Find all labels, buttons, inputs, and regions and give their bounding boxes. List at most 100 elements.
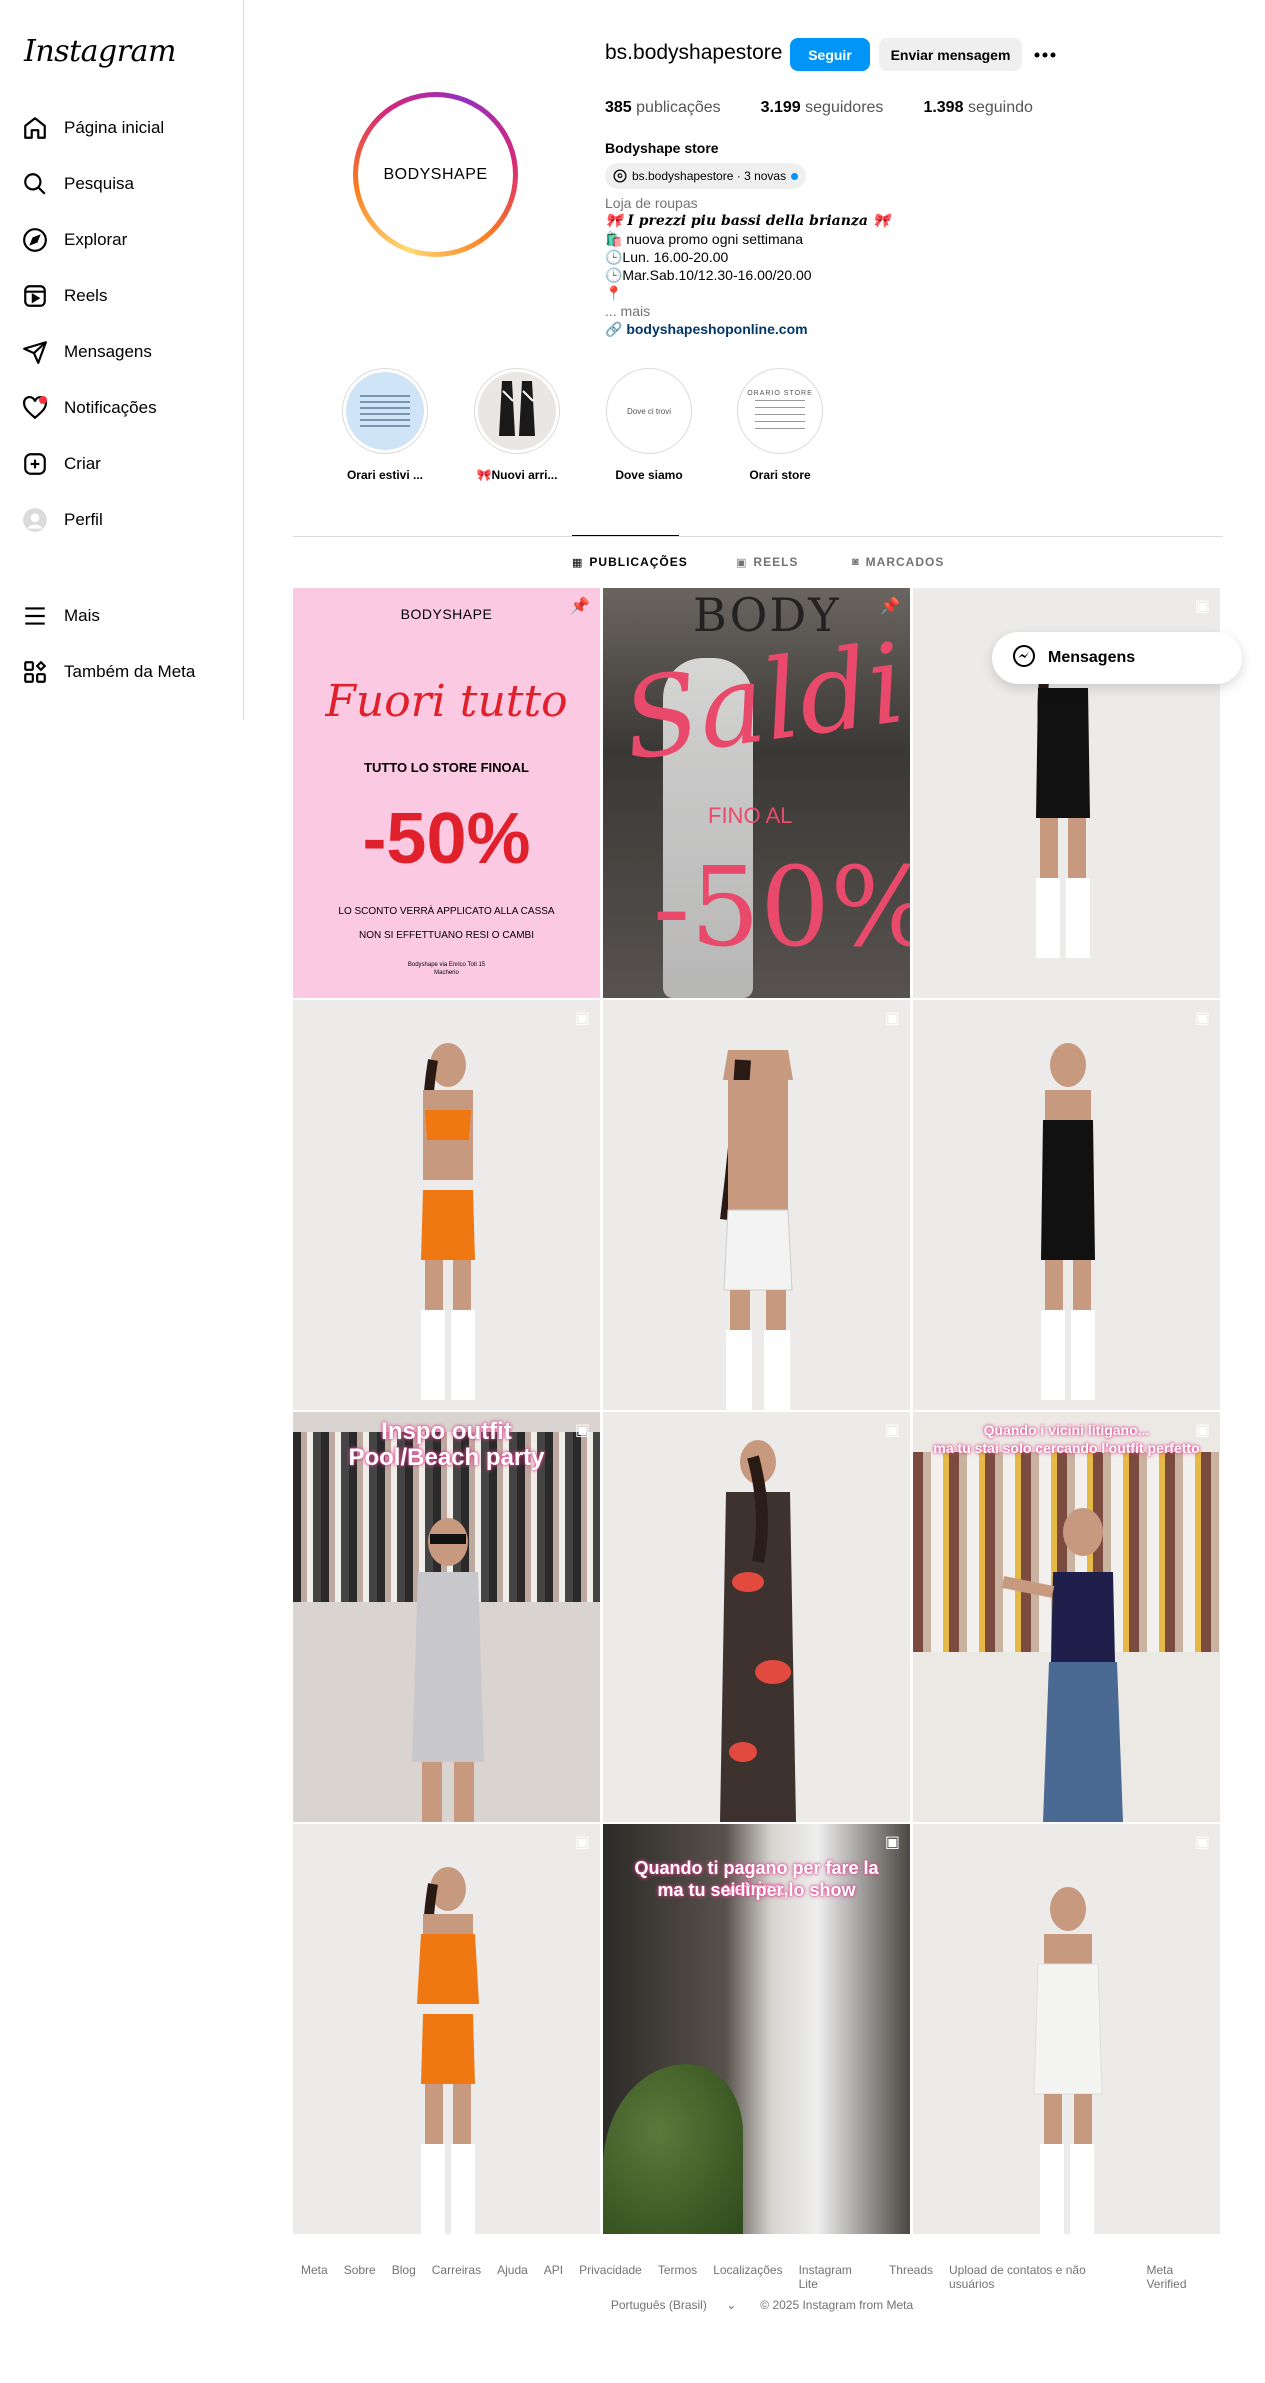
sidebar-item-label: Notificações [64, 398, 157, 417]
model-photo [1013, 1030, 1123, 1400]
paper-plane-icon [22, 339, 48, 365]
post-note: NON SI EFFETTUANO RESI O CAMBI [358, 930, 534, 941]
footer-link[interactable]: Blog [392, 2263, 416, 2291]
profile-username: bs.bodyshapestore [605, 41, 783, 64]
footer-link[interactable]: Upload de contatos e não usuários [949, 2263, 1130, 2291]
highlight-item[interactable]: Orari estivi ... [340, 368, 430, 482]
reel-icon: ▣ [884, 1010, 900, 1027]
footer-link[interactable]: Localizações [713, 2263, 782, 2291]
post-tile[interactable]: 📌 BODYSHAPE Fuori tutto TUTTO LO STORE F… [293, 588, 600, 998]
footer-link[interactable]: Sobre [344, 2263, 376, 2291]
highlight-cover: ORARIO STORE [741, 372, 819, 450]
search-icon [22, 171, 48, 197]
more-options-icon[interactable] [1030, 38, 1060, 71]
bio-more-link[interactable]: ... mais [605, 302, 890, 320]
footer-link[interactable]: Ajuda [497, 2263, 528, 2291]
footer-link[interactable]: Instagram Lite [799, 2263, 873, 2291]
post-note: LO SCONTO VERRÀ APPLICATO ALLA CASSA [338, 906, 555, 917]
post-overlay-text: ma tu stai solo cercando l'outfit perfet… [933, 1440, 1200, 1456]
reel-icon: ▣ [1194, 598, 1210, 615]
sidebar-item-explore[interactable]: Explorar [22, 216, 232, 264]
bio-line: 🕒Lun. 16.00-20.00 [605, 249, 729, 265]
post-tile[interactable]: Quando i vicini litigano... ma tu stai s… [913, 1412, 1220, 1822]
model-photo [388, 1512, 508, 1822]
post-tile[interactable]: ▣ [293, 1824, 600, 2234]
sidebar-item-notifications[interactable]: Notificações [22, 384, 232, 432]
sidebar-item-label: Também da Meta [64, 662, 196, 681]
reel-icon: ▣ [574, 1010, 590, 1027]
post-tile[interactable]: ▣ [603, 1000, 910, 1410]
footer-link[interactable]: Threads [889, 2263, 933, 2291]
sidebar: Instagram Página inicial Pesquisa Explor… [0, 0, 244, 720]
active-tab-indicator [572, 535, 679, 536]
sidebar-item-search[interactable]: Pesquisa [22, 160, 232, 208]
sidebar-item-reels[interactable]: Reels [22, 272, 232, 320]
sidebar-item-create[interactable]: Criar [22, 440, 232, 488]
profile-website-link[interactable]: 🔗 bodyshapeshoponline.com [605, 320, 890, 338]
highlight-cover-text: ORARIO STORE [747, 390, 813, 397]
post-overlay-text: ma tu sei lì per lo show [657, 1880, 856, 1900]
tab-posts[interactable]: ▦ PUBLICAÇÕES [572, 555, 688, 569]
sidebar-item-more[interactable]: Mais [22, 592, 232, 640]
notification-dot [39, 396, 47, 404]
post-address: Bodyshape via Enrico Toti 15 [407, 962, 486, 968]
post-tile[interactable]: BODY Saldi FINO AL -50% 📌 [603, 588, 910, 998]
model-photo [698, 1020, 818, 1410]
sidebar-item-label: Mensagens [64, 342, 152, 361]
sidebar-item-messages[interactable]: Mensagens [22, 328, 232, 376]
sidebar-item-label: Reels [64, 286, 108, 305]
messages-floating-label: Mensagens [1048, 649, 1136, 666]
post-overlay-text: Pool/Beach party [348, 1444, 545, 1471]
reel-icon: ▣ [574, 1422, 590, 1439]
highlight-item[interactable]: ORARIO STORE Orari store [735, 368, 825, 482]
tab-tagged[interactable]: ◙ MARCADOS [852, 555, 944, 569]
post-tile[interactable]: ▣ [603, 1412, 910, 1822]
sidebar-item-profile[interactable]: Perfil [22, 496, 232, 544]
pin-icon: 📌 [880, 598, 900, 615]
post-tile[interactable]: Inspo outfit Pool/Beach party ▣ [293, 1412, 600, 1822]
followers-count[interactable]: 3.199 seguidores [761, 99, 884, 117]
profile-stats: 385 publicações 3.199 seguidores 1.398 s… [605, 99, 1073, 117]
model-photo [1008, 1874, 1128, 2234]
tab-reels[interactable]: ▣ REELS [736, 555, 798, 569]
language-selector[interactable]: Português (Brasil) ⌄ [603, 2298, 744, 2312]
sale-sign: FINO AL [708, 803, 793, 828]
threads-label: bs.bodyshapestore · 3 novas [632, 169, 787, 183]
sidebar-item-label: Mais [64, 606, 100, 625]
link-icon: 🔗 [605, 321, 623, 337]
footer-link[interactable]: Termos [658, 2263, 697, 2291]
follow-button[interactable]: Seguir [790, 38, 870, 71]
reel-icon: ▣ [884, 1834, 900, 1851]
home-icon [22, 115, 48, 141]
sidebar-item-label: Página inicial [64, 118, 165, 137]
post-tile[interactable]: Quando ti pagano per fare la vetrina, ma… [603, 1824, 910, 2234]
post-tile[interactable]: ▣ [913, 1824, 1220, 2234]
sidebar-item-also-from-meta[interactable]: Também da Meta [22, 648, 232, 696]
post-tile[interactable]: ▣ [913, 1000, 1220, 1410]
footer-link[interactable]: Meta [301, 2263, 328, 2291]
heart-icon [22, 395, 48, 421]
bio-line: 🕒Mar.Sab.10/12.30-16.00/20.00 [605, 267, 812, 283]
highlight-item[interactable]: Dove ci trovi Dove siamo [604, 368, 694, 482]
post-address: Macherio [434, 970, 459, 976]
instagram-logo[interactable]: Instagram [24, 34, 176, 69]
profile-avatar[interactable]: BODYSHAPE [353, 92, 518, 257]
post-subtitle: TUTTO LO STORE FINOAL [364, 760, 529, 775]
footer-links: Meta Sobre Blog Carreiras Ajuda API Priv… [293, 2263, 1223, 2291]
sidebar-item-label: Perfil [64, 510, 103, 529]
sidebar-item-home[interactable]: Página inicial [22, 104, 232, 152]
highlight-label: Orari store [749, 468, 811, 482]
following-count[interactable]: 1.398 seguindo [923, 99, 1032, 117]
highlight-item[interactable]: 🎀Nuovi arri... [472, 368, 562, 482]
messages-floating-button[interactable]: Mensagens [992, 632, 1242, 684]
model-photo [698, 1432, 818, 1822]
threads-icon [613, 169, 627, 183]
footer-link[interactable]: Carreiras [432, 2263, 481, 2291]
threads-badge[interactable]: bs.bodyshapestore · 3 novas [605, 163, 807, 189]
footer-link[interactable]: API [544, 2263, 563, 2291]
send-message-button[interactable]: Enviar mensagem [879, 38, 1022, 71]
footer-link[interactable]: Meta Verified [1146, 2263, 1215, 2291]
reel-icon: ▣ [884, 1422, 900, 1439]
post-tile[interactable]: ▣ [293, 1000, 600, 1410]
footer-link[interactable]: Privacidade [579, 2263, 642, 2291]
